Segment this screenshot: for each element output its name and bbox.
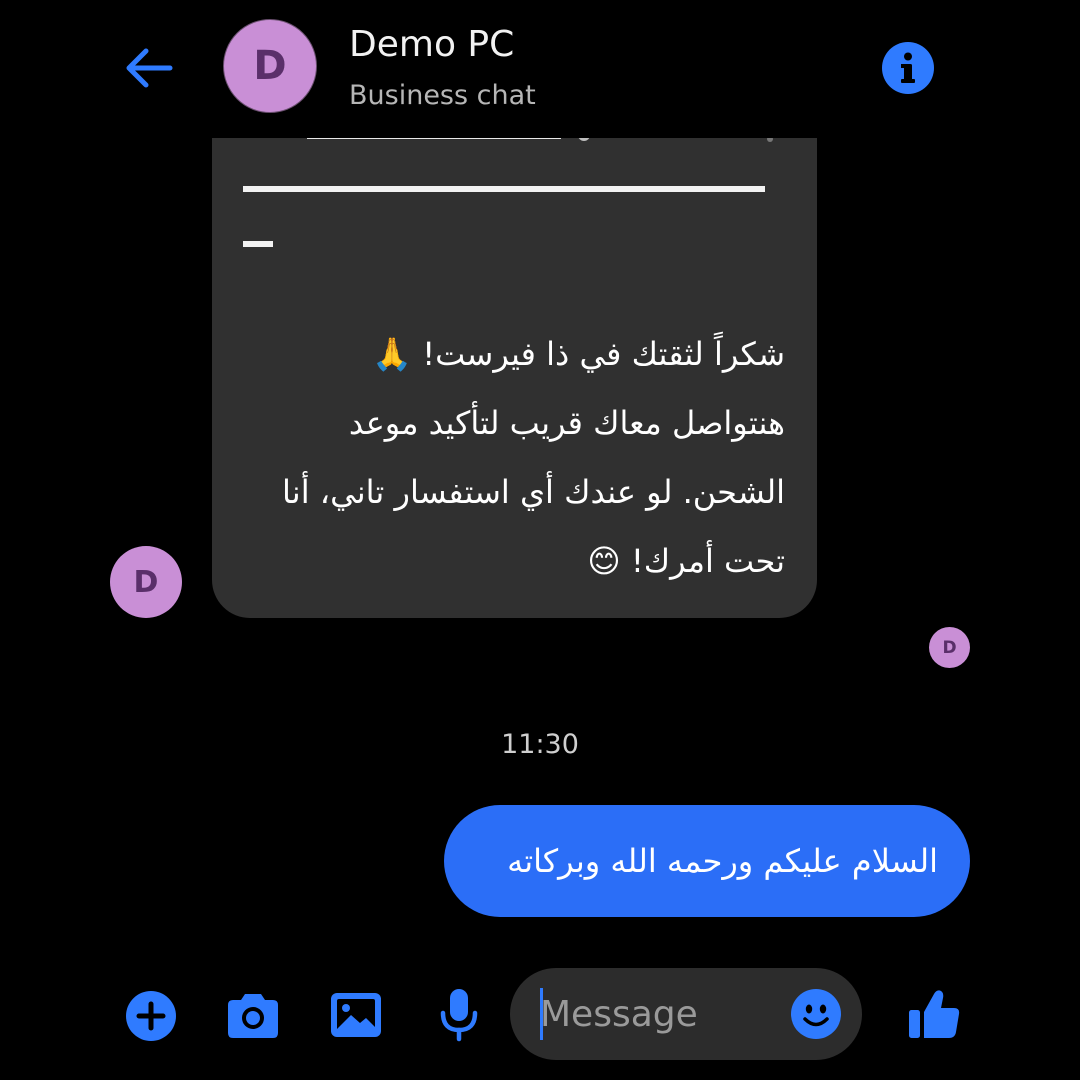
- info-button[interactable]: [882, 42, 934, 94]
- contact-avatar[interactable]: D: [223, 19, 317, 113]
- arrow-left-icon: [126, 48, 173, 88]
- voice-message-button[interactable]: [436, 986, 482, 1044]
- read-receipt-initial: D: [942, 637, 957, 658]
- image-icon: [331, 993, 381, 1037]
- chat-subtitle: Business chat: [349, 80, 536, 111]
- sender-avatar[interactable]: D: [110, 546, 182, 618]
- incoming-message-bubble[interactable]: شكراً لثقتك في ذا فيرست! 🙏 هنتواصل معاك …: [212, 110, 817, 618]
- thumbs-up-icon: [909, 990, 960, 1038]
- contact-avatar-initial: D: [253, 43, 287, 89]
- chat-header: D Demo PC Business chat: [0, 0, 1080, 138]
- message-line: هنتواصل معاك قريب لتأكيد موعد: [348, 404, 785, 442]
- outgoing-message-bubble[interactable]: السلام عليكم ورحمه الله وبركاته: [444, 805, 970, 917]
- camera-button[interactable]: [224, 990, 282, 1042]
- camera-icon: [228, 994, 278, 1038]
- plus-icon: [126, 991, 176, 1041]
- info-icon: [901, 52, 915, 83]
- back-button[interactable]: [118, 40, 180, 96]
- emoji-icon: [791, 989, 841, 1039]
- read-receipt-avatar: D: [929, 627, 970, 668]
- message-input[interactable]: [540, 986, 780, 1042]
- sender-avatar-initial: D: [133, 564, 159, 600]
- message-field[interactable]: [510, 968, 862, 1060]
- message-line: شكراً لثقتك في ذا فيرست! 🙏: [372, 335, 785, 373]
- text-caret: [540, 988, 543, 1040]
- more-actions-button[interactable]: [124, 989, 178, 1043]
- divider-line: [243, 186, 765, 192]
- incoming-message-text: شكراً لثقتك في ذا فيرست! 🙏 هنتواصل معاك …: [265, 320, 785, 596]
- chat-title[interactable]: Demo PC: [349, 24, 514, 65]
- message-line: تحت أمرك! 😊: [587, 542, 785, 580]
- message-line: الشحن. لو عندك أي استفسار تاني، أنا: [282, 473, 785, 511]
- divider-dash: [243, 241, 273, 247]
- message-timestamp: 11:30: [501, 729, 579, 760]
- outgoing-message-text: السلام عليكم ورحمه الله وبركاته: [507, 842, 938, 880]
- like-button[interactable]: [906, 986, 962, 1042]
- gallery-button[interactable]: [329, 990, 383, 1040]
- emoji-button[interactable]: [790, 988, 842, 1040]
- microphone-icon: [440, 989, 478, 1042]
